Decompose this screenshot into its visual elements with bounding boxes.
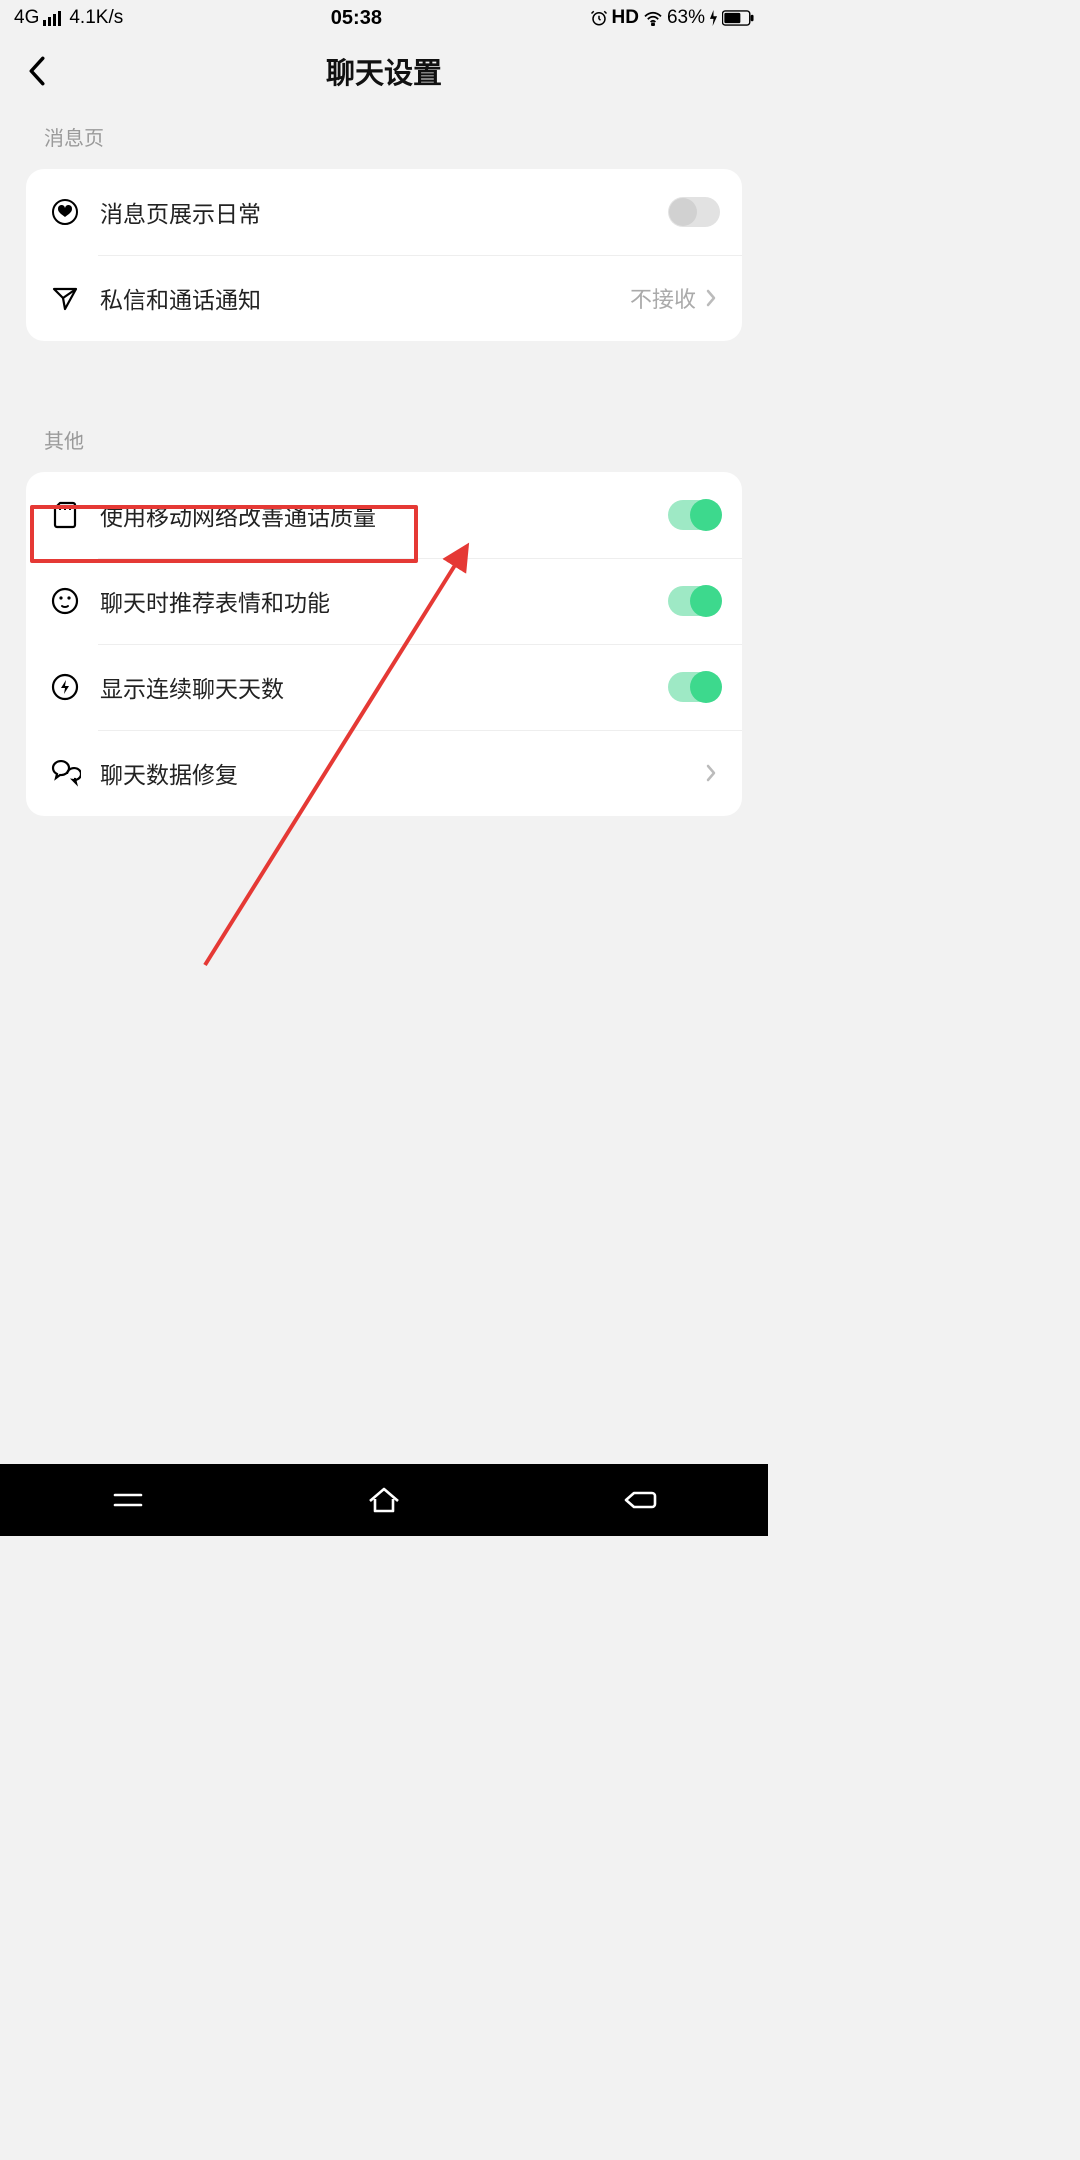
row-label: 聊天数据修复 xyxy=(100,756,702,790)
row-label: 聊天时推荐表情和功能 xyxy=(100,584,668,618)
heart-circle-icon xyxy=(48,195,82,229)
toggle-chat-streak[interactable] xyxy=(668,672,720,702)
network-speed: 4.1K/s xyxy=(69,7,123,29)
lightning-circle-icon xyxy=(48,670,82,704)
row-label: 显示连续聊天天数 xyxy=(100,670,668,704)
section-header-messages: 消息页 xyxy=(0,106,768,169)
send-icon xyxy=(48,281,82,315)
chevron-left-icon xyxy=(26,56,48,86)
toggle-show-daily[interactable] xyxy=(668,197,720,227)
menu-icon xyxy=(111,1488,145,1512)
row-label: 私信和通话通知 xyxy=(100,281,630,315)
face-icon xyxy=(48,584,82,618)
chat-bubbles-icon xyxy=(48,756,82,790)
card-other: 使用移动网络改善通话质量 聊天时推荐表情和功能 显示连续聊天天数 xyxy=(26,472,742,816)
toggle-recommend-emoji[interactable] xyxy=(668,586,720,616)
charging-icon xyxy=(709,10,718,26)
row-label: 消息页展示日常 xyxy=(100,195,668,229)
row-dm-call-notify[interactable]: 私信和通话通知 不接收 xyxy=(26,255,742,341)
card-messages: 消息页展示日常 私信和通话通知 不接收 xyxy=(26,169,742,341)
page-header: 聊天设置 xyxy=(0,36,768,106)
back-icon xyxy=(622,1487,658,1513)
row-value: 不接收 xyxy=(630,282,696,314)
chevron-right-icon xyxy=(702,289,720,307)
back-button[interactable] xyxy=(22,56,52,86)
row-mobile-network-quality[interactable]: 使用移动网络改善通话质量 xyxy=(26,472,742,558)
nav-back-button[interactable] xyxy=(616,1476,664,1524)
row-chat-streak[interactable]: 显示连续聊天天数 xyxy=(26,644,742,730)
system-nav-bar xyxy=(0,1464,768,1536)
status-time: 05:38 xyxy=(331,7,382,30)
network-type: 4G xyxy=(14,7,39,29)
row-chat-data-repair[interactable]: 聊天数据修复 xyxy=(26,730,742,816)
battery-icon xyxy=(722,10,754,26)
row-recommend-emoji[interactable]: 聊天时推荐表情和功能 xyxy=(26,558,742,644)
hd-label: HD xyxy=(612,7,639,29)
status-right: HD 63% xyxy=(590,7,754,29)
nav-home-button[interactable] xyxy=(360,1476,408,1524)
toggle-mobile-network[interactable] xyxy=(668,500,720,530)
section-header-other: 其他 xyxy=(0,409,768,472)
nav-recents-button[interactable] xyxy=(104,1476,152,1524)
chevron-right-icon xyxy=(702,764,720,782)
status-left: 4G 4.1K/s xyxy=(14,7,123,29)
row-label: 使用移动网络改善通话质量 xyxy=(100,498,668,532)
alarm-icon xyxy=(590,9,608,27)
status-bar: 4G 4.1K/s 05:38 HD 63% xyxy=(0,0,768,36)
battery-pct: 63% xyxy=(667,7,705,29)
page-title: 聊天设置 xyxy=(326,50,442,92)
home-icon xyxy=(366,1485,402,1515)
row-show-daily[interactable]: 消息页展示日常 xyxy=(26,169,742,255)
sim-icon xyxy=(48,498,82,532)
signal-icon xyxy=(43,10,65,26)
wifi-icon xyxy=(643,10,663,26)
